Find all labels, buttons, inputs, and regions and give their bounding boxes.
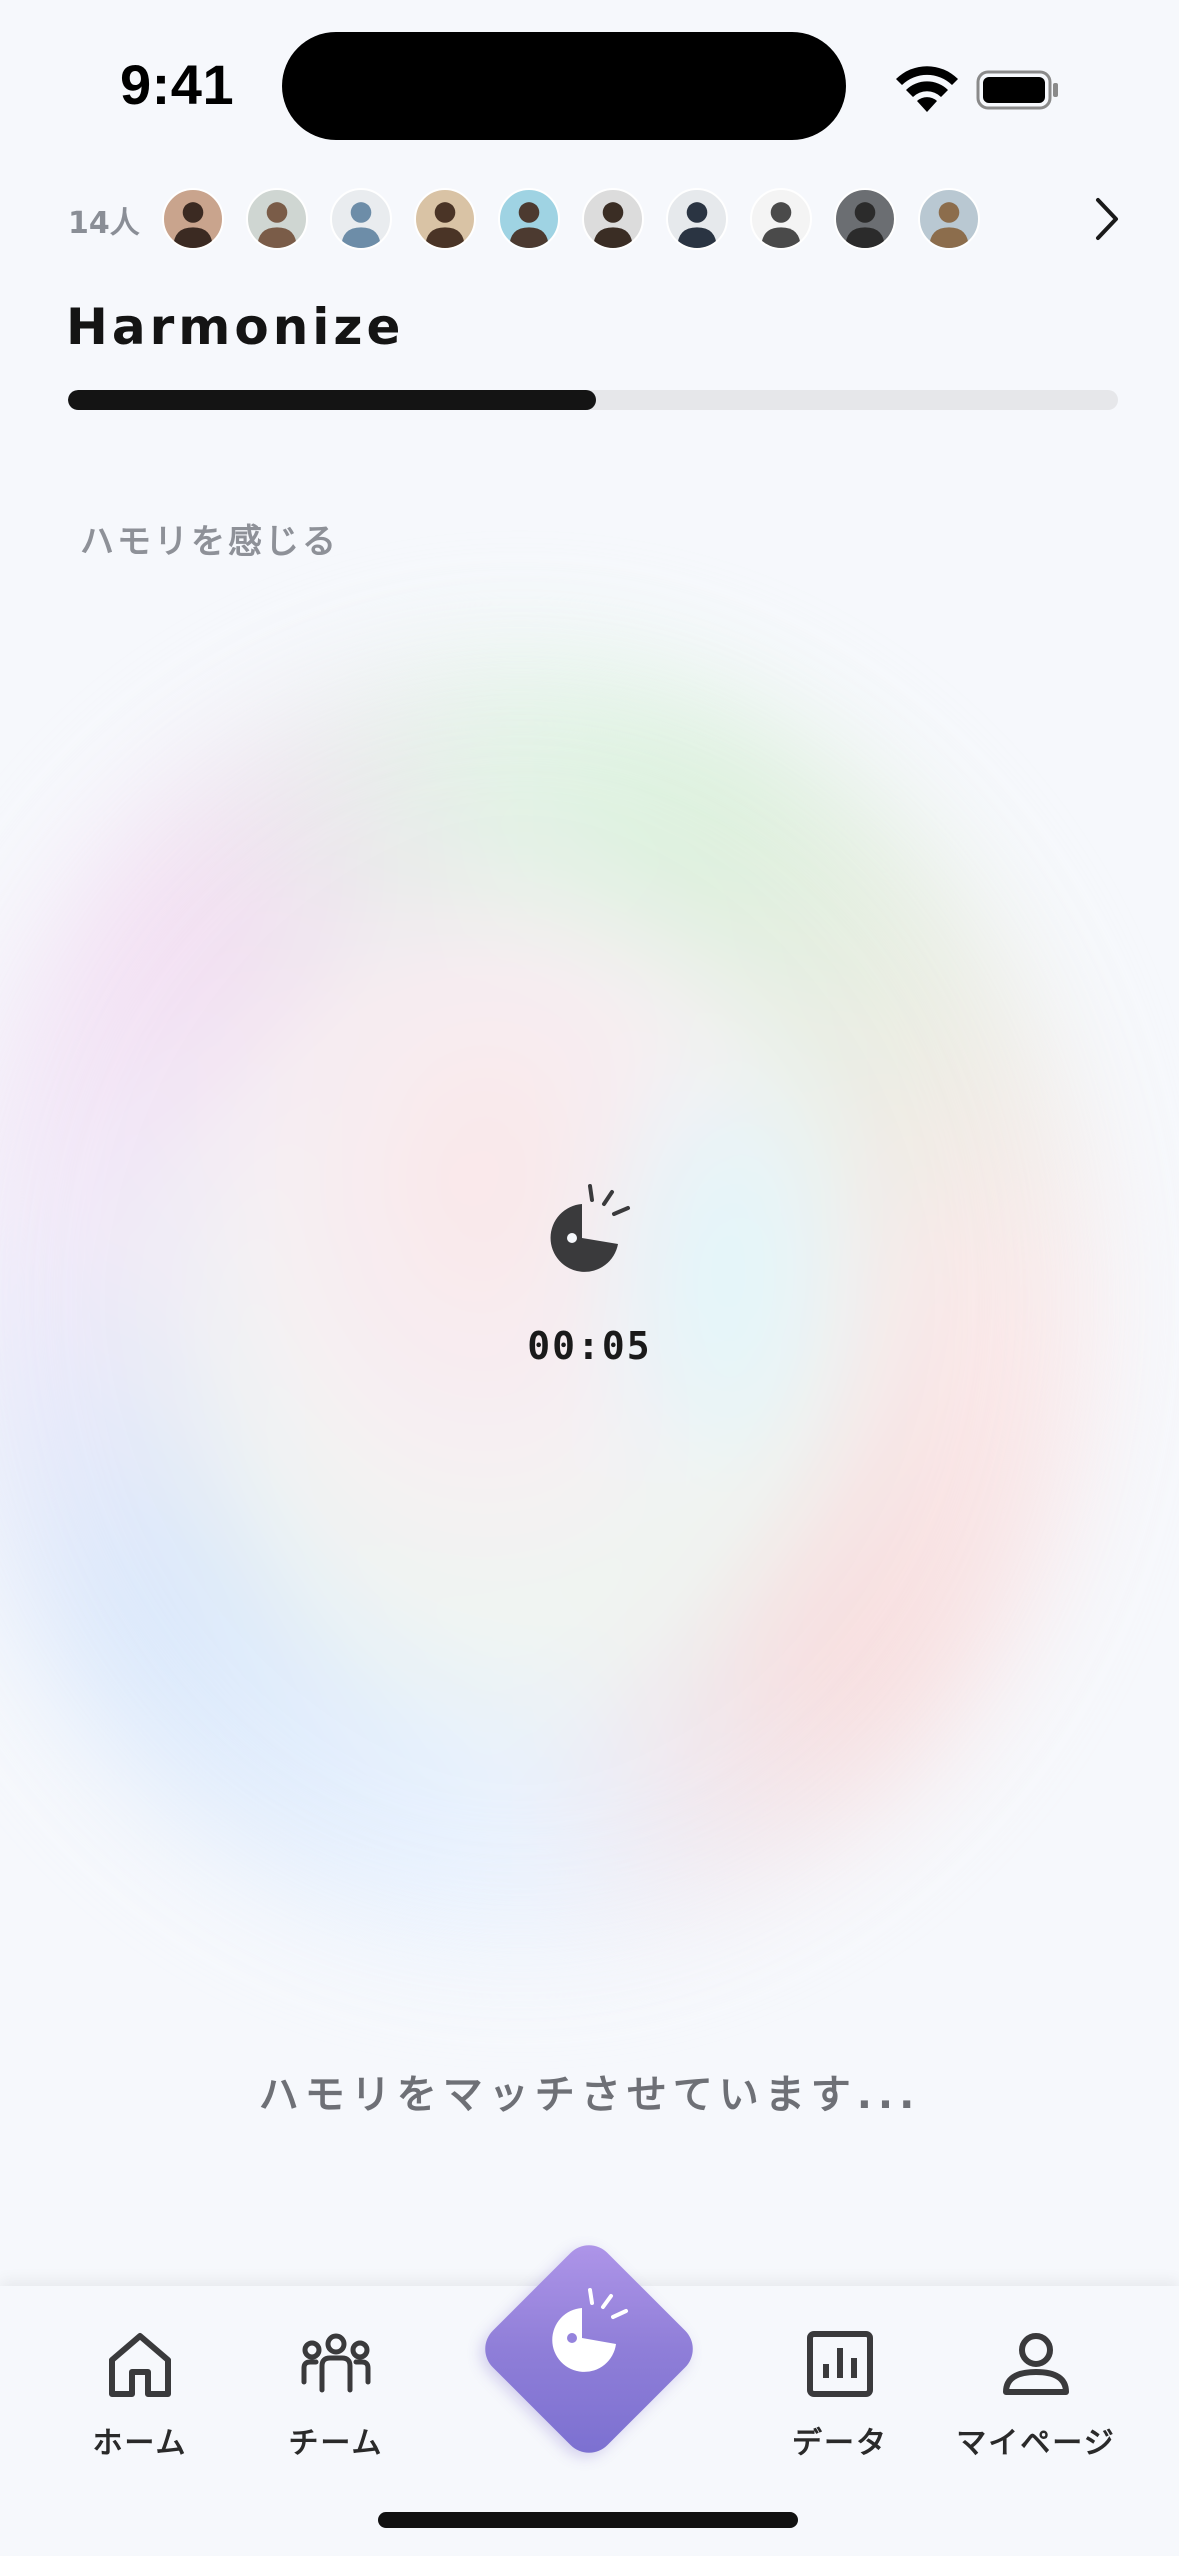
- avatar-3[interactable]: [330, 188, 392, 250]
- avatar-4[interactable]: [414, 188, 476, 250]
- home-icon: [109, 2333, 171, 2397]
- member-count: 14人: [68, 206, 140, 241]
- tab-team[interactable]: チーム: [246, 2316, 426, 2466]
- team-icon: [301, 2333, 371, 2393]
- harmony-timer-icon: [550, 1184, 630, 1272]
- wifi-icon: [896, 66, 958, 112]
- session-progress-fill: [68, 390, 597, 410]
- status-time: 9:41: [120, 53, 235, 116]
- harmonize-tab-icon: [552, 2288, 628, 2372]
- home-indicator: [378, 2512, 798, 2528]
- user-icon: [1003, 2333, 1069, 2395]
- tab-mypage[interactable]: マイページ: [946, 2316, 1126, 2466]
- avatar-6[interactable]: [582, 188, 644, 250]
- tab-home[interactable]: ホーム: [50, 2316, 230, 2466]
- tab-data-label: データ: [792, 2426, 888, 2461]
- avatar-9[interactable]: [834, 188, 896, 250]
- session-progress-bar: [68, 390, 1118, 410]
- tab-home-label: ホーム: [92, 2426, 188, 2461]
- avatar-2[interactable]: [246, 188, 308, 250]
- page-title: Harmonize: [66, 298, 405, 356]
- avatar-10[interactable]: [918, 188, 980, 250]
- matching-status-message: ハモリをマッチさせています...: [258, 2072, 921, 2118]
- harmony-aura: [0, 600, 1179, 2000]
- timer-value: 00:05: [527, 1324, 652, 1368]
- tab-mypage-label: マイページ: [956, 2426, 1116, 2461]
- tab-team-label: チーム: [288, 2426, 384, 2461]
- chevron-right-icon[interactable]: [1092, 196, 1122, 242]
- avatar-8[interactable]: [750, 188, 812, 250]
- harmonize-screen: 9:41 14人 Harmonize ハモリを感じる 00:05 ハモリをマッチ…: [0, 0, 1179, 2556]
- battery-icon: [976, 70, 1058, 110]
- avatar-7[interactable]: [666, 188, 728, 250]
- bar-chart-icon: [807, 2331, 873, 2397]
- avatar-5[interactable]: [498, 188, 560, 250]
- avatar-1[interactable]: [162, 188, 224, 250]
- tab-data[interactable]: データ: [750, 2316, 930, 2466]
- dynamic-island: [282, 32, 846, 140]
- section-label: ハモリを感じる: [80, 522, 339, 562]
